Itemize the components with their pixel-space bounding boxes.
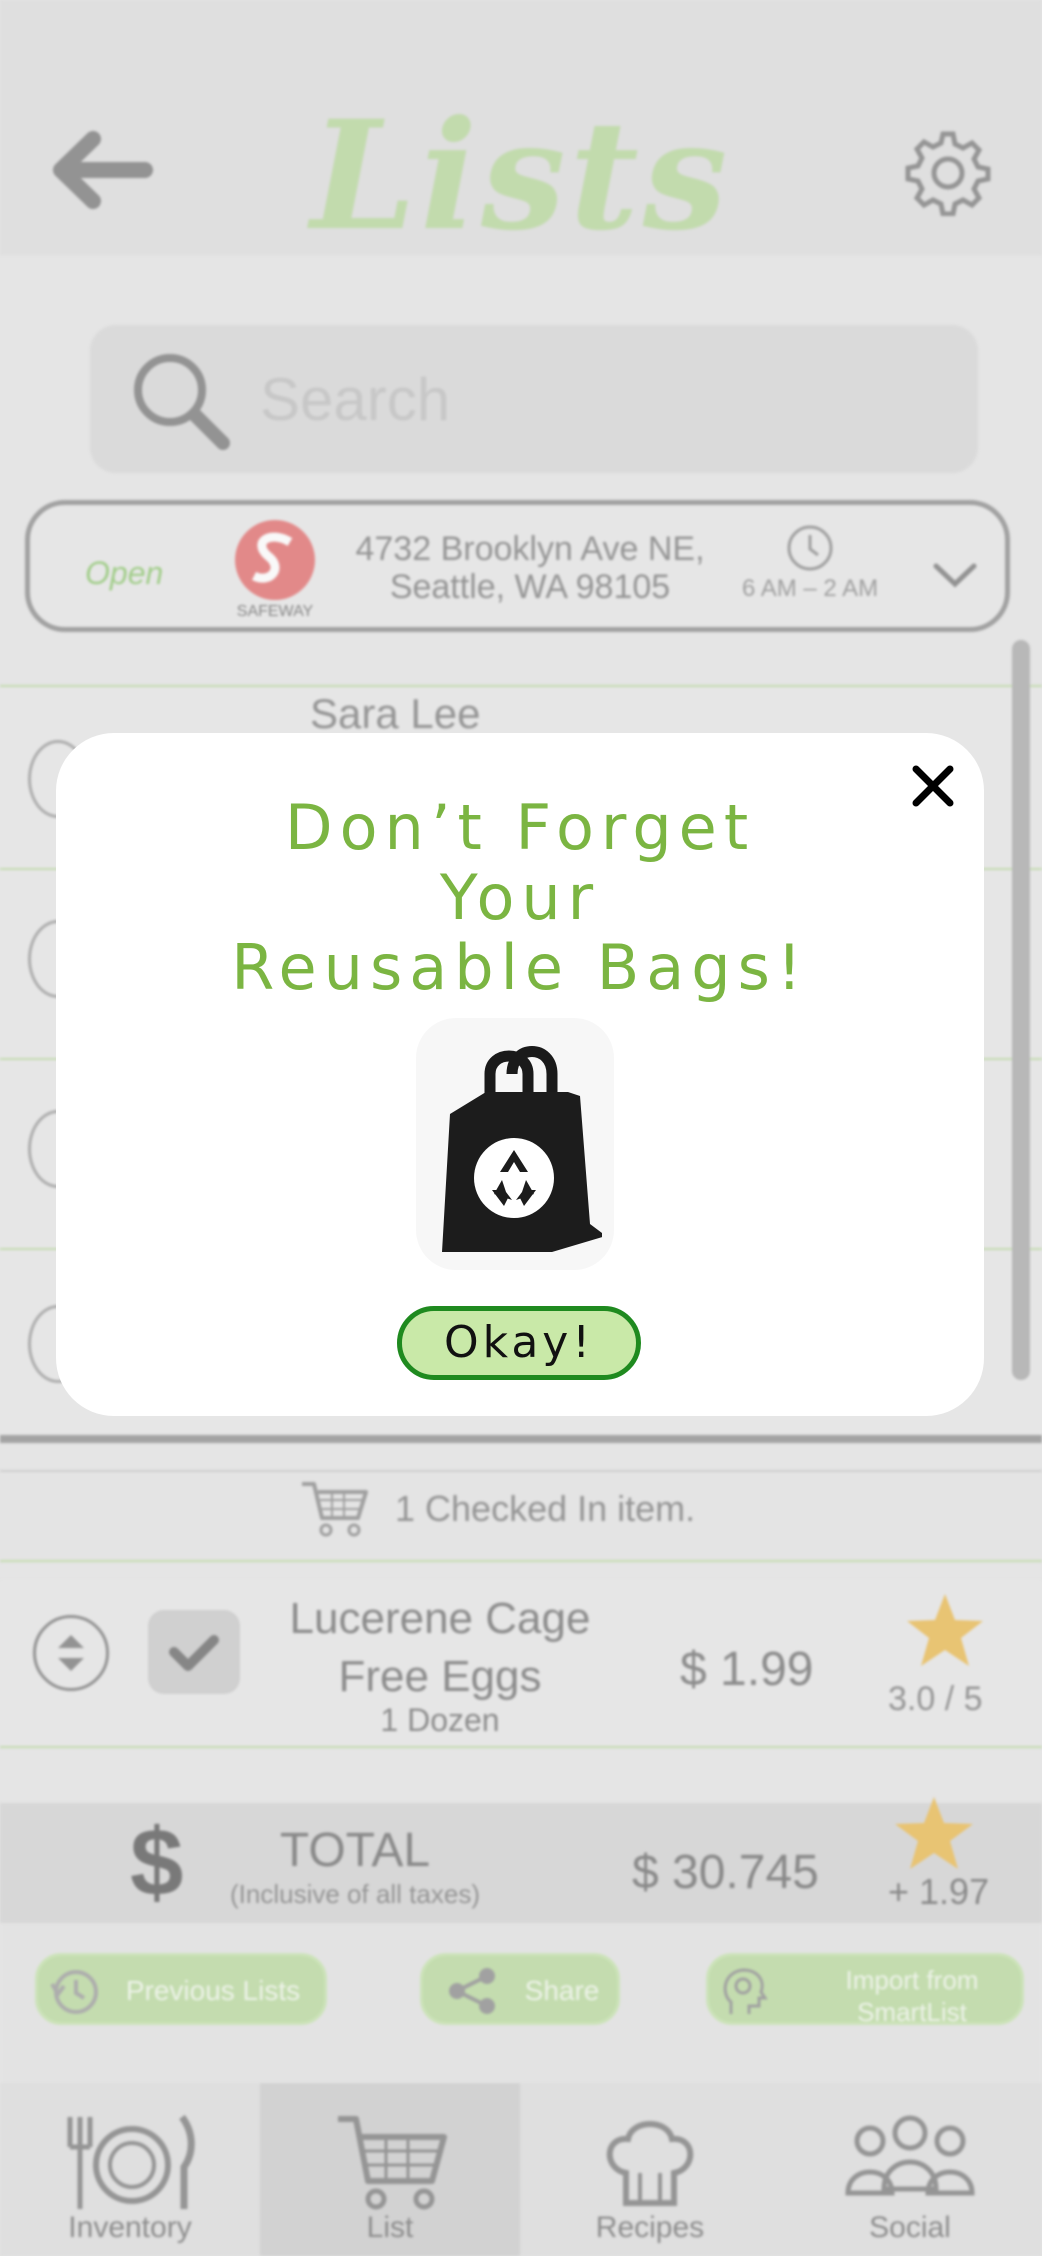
reusable-bag-icon <box>442 1046 602 1252</box>
reusable-bags-dialog: Don’t Forget Your Reusable Bags! Okay! <box>56 733 984 1416</box>
dialog-title-line1: Don’t Forget <box>284 791 756 864</box>
bag-image-container <box>416 1018 614 1270</box>
dialog-title-line2: Your <box>439 861 601 934</box>
dialog-title-line3: Reusable Bags! <box>231 931 809 1004</box>
okay-button[interactable]: Okay! <box>397 1306 641 1380</box>
dialog-title: Don’t Forget Your Reusable Bags! <box>96 793 944 1003</box>
